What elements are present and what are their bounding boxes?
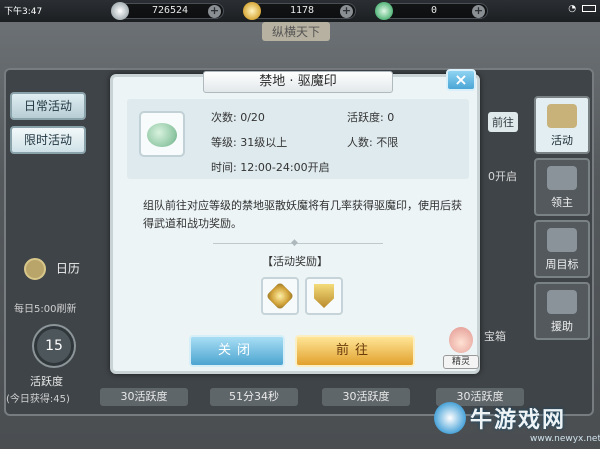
spirit-helper-button[interactable]: 精灵	[443, 327, 479, 369]
activity-icon	[547, 104, 577, 128]
add-gold-button[interactable]: +	[340, 5, 353, 18]
assist-icon	[547, 290, 577, 314]
spirit-label: 精灵	[443, 355, 479, 369]
jade-gem-icon	[375, 2, 393, 20]
calendar-button[interactable]: 日历	[24, 258, 80, 280]
add-jade-button[interactable]: +	[472, 5, 485, 18]
calendar-icon	[24, 258, 46, 280]
silver-resource: 726524 +	[111, 2, 224, 20]
divider	[213, 243, 383, 244]
close-icon[interactable]: ×	[446, 69, 476, 91]
side-button-assist[interactable]: 援助	[534, 282, 590, 340]
times-text: 次数: 0/20	[211, 111, 265, 124]
add-silver-button[interactable]: +	[208, 5, 221, 18]
refresh-note: 每日5:00刷新	[14, 304, 77, 315]
time-text: 时间: 12:00-24:00开启	[211, 161, 330, 174]
side-button-activity[interactable]: 活动	[534, 96, 590, 154]
jade-resource: 0 +	[375, 2, 488, 20]
activity-points-text: 活跃度: 0	[347, 111, 395, 124]
martial-reward-icon	[265, 281, 295, 311]
jade-value: 0	[430, 5, 438, 16]
side-button-lord[interactable]: 领主	[534, 158, 590, 216]
go-button[interactable]: 前往	[295, 335, 415, 367]
watermark-site: 牛游戏网	[470, 408, 567, 433]
top-status-bar: 下午3:47 726524 + 1178 + 0 + ◔	[0, 0, 600, 22]
tab-daily-activity[interactable]: 日常活动	[10, 92, 86, 120]
side-button-label: 周目标	[545, 258, 579, 271]
close-button[interactable]: 关闭	[189, 335, 285, 367]
watermark: 牛游戏网 www.newyx.net	[434, 402, 600, 444]
side-button-label: 援助	[551, 320, 573, 333]
bg-chest-label: 宝箱	[484, 330, 506, 343]
activity-points-ring: 15	[34, 326, 74, 366]
side-button-label: 领主	[551, 196, 573, 209]
bottom-cell: 30活跃度	[322, 388, 410, 406]
reward-item[interactable]	[305, 277, 343, 315]
spirit-avatar-icon	[449, 327, 473, 353]
wifi-icon: ◔	[568, 4, 577, 14]
activity-description: 组队前往对应等级的禁地驱散妖魔将有几率获得驱魔印，使用后获得武道和战功奖励。	[143, 199, 462, 230]
exorcism-seal-icon[interactable]	[139, 111, 185, 157]
reward-title: 【活动奖励】	[262, 255, 328, 268]
battery-icon	[582, 5, 596, 12]
side-button-weekly-goal[interactable]: 周目标	[534, 220, 590, 278]
side-button-label: 活动	[551, 134, 573, 147]
gold-ingot-icon	[243, 2, 261, 20]
reward-item[interactable]	[261, 277, 299, 315]
ornament-icon: ◆	[291, 238, 298, 248]
clock: 下午3:47	[4, 7, 43, 17]
window-title: 纵横天下	[262, 22, 331, 41]
activity-detail-dialog: 禁地 · 驱魔印 × 次数: 0/20 活跃度: 0 等级: 31级以上 人数:…	[110, 69, 480, 374]
target-icon	[547, 228, 577, 252]
activity-label: 活跃度	[30, 375, 63, 388]
gold-value: 1178	[289, 5, 315, 16]
tab-limited-activity[interactable]: 限时活动	[10, 126, 86, 154]
watermark-url: www.newyx.net	[530, 434, 600, 444]
silver-coin-icon	[111, 2, 129, 20]
people-text: 人数: 不限	[347, 136, 399, 149]
dialog-title: 禁地 · 驱魔印	[203, 71, 393, 93]
newyx-logo-icon	[434, 402, 466, 434]
activity-info-panel: 次数: 0/20 活跃度: 0 等级: 31级以上 人数: 不限 时间: 12:…	[127, 99, 469, 179]
bg-open-time: 0开启	[488, 170, 517, 183]
bg-go-button[interactable]: 前往	[488, 112, 518, 132]
merit-shield-icon	[314, 284, 334, 308]
bottom-cell: 51分34秒	[210, 388, 298, 406]
calendar-label: 日历	[55, 261, 80, 276]
level-text: 等级: 31级以上	[211, 136, 288, 149]
jade-token-icon	[147, 123, 177, 147]
gold-resource: 1178 +	[243, 2, 356, 20]
bottom-cell: 30活跃度	[100, 388, 188, 406]
silver-value: 726524	[151, 5, 189, 16]
system-status: ◔	[568, 4, 596, 14]
lord-icon	[547, 166, 577, 190]
today-gain: (今日获得:45)	[6, 394, 70, 405]
